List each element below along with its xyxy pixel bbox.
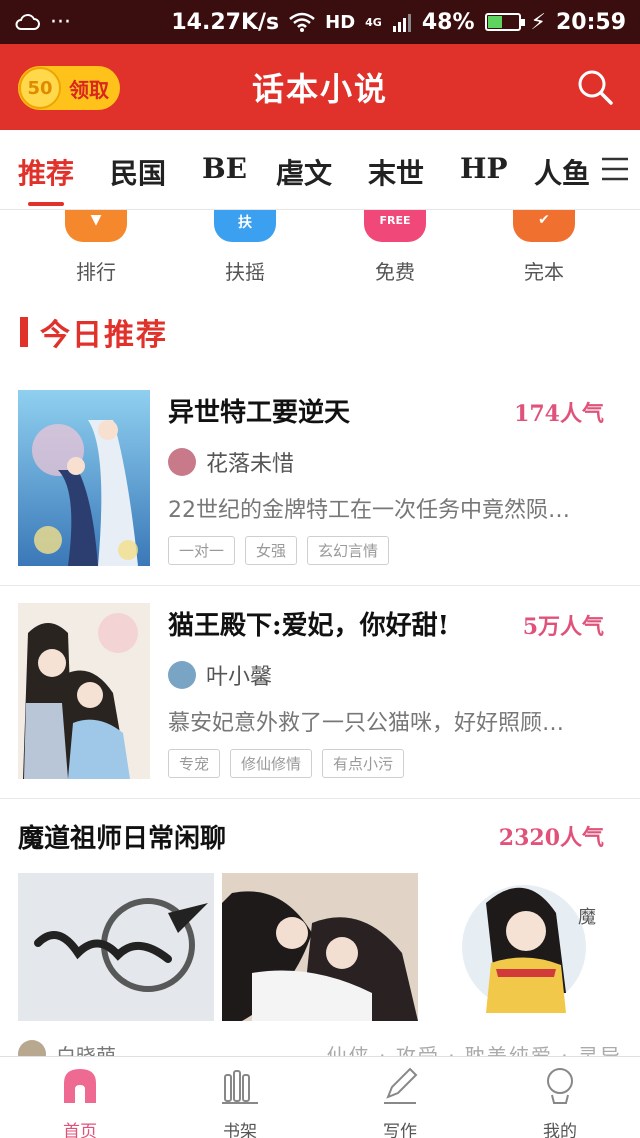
nav-label: 书架 [223,1122,257,1138]
category-tabs: 推荐 民国 BE 虐文 末世 HP 人鱼 [0,130,640,210]
free-icon: FREE [364,210,426,242]
complete-icon: ✔ [513,210,575,242]
book-popularity: 174人气 [514,401,604,427]
home-icon [64,1069,96,1103]
cloud-icon [15,14,40,30]
quick-fuyao[interactable]: 扶 扶摇 [195,210,295,285]
tab-renyu[interactable]: 人鱼 [534,152,590,192]
tab-nuewen[interactable]: 虐文 [276,152,332,192]
quick-ranking[interactable]: ▼ 排行 [46,210,146,285]
book-title: 异世特工要逆天 [168,398,351,428]
status-bar: ··· 14.27K/s HD 4G 48% ⚡ 20:59 [0,0,640,44]
pen-icon [384,1067,418,1104]
bottom-nav: 首页 书架 写作 我的 [0,1056,640,1138]
book-title: 猫王殿下:爱妃，你好甜! [168,611,450,641]
profile-icon [547,1068,573,1104]
nav-home[interactable]: 首页 [20,1065,140,1138]
network-type: HD [325,11,356,33]
post-image-text: 魔 [578,907,596,928]
section-header: 今日推荐 [20,312,168,353]
post-image [222,873,418,1021]
nav-label: 写作 [383,1122,417,1138]
tab-hp[interactable]: HP [460,152,508,185]
tag[interactable]: 女强 [245,536,298,565]
battery-percent: 48% [421,9,475,35]
quick-label: 免费 [375,260,415,284]
tab-minguo[interactable]: 民国 [110,152,166,192]
app-header: 50 领取 话本小说 [0,44,640,130]
author-name: 花落未惜 [206,452,295,477]
quick-label: 排行 [76,260,116,284]
battery-icon [484,13,525,31]
avatar [168,661,196,689]
nav-profile[interactable]: 我的 [500,1065,620,1138]
more-dots: ··· [50,9,71,35]
ranking-icon: ▼ [65,210,127,242]
tab-moshi[interactable]: 末世 [368,152,424,192]
section-title: 今日推荐 [40,318,168,353]
divider [0,585,640,586]
nav-label: 我的 [543,1122,577,1138]
book-popularity: 5万人气 [522,614,604,640]
signal-icon [392,14,411,32]
quick-label: 完本 [524,260,564,284]
book-cover [18,603,150,779]
tag[interactable]: 一对一 [168,536,236,565]
network-gen: 4G [365,15,382,29]
nav-label: 首页 [63,1122,97,1138]
wifi-icon [289,12,315,32]
tab-indicator [28,202,64,206]
tag[interactable]: 有点小污 [322,749,405,778]
book-cover [18,390,150,566]
post-popularity: 2320人气 [498,825,604,851]
menu-icon[interactable] [600,156,630,182]
quick-complete[interactable]: ✔ 完本 [494,210,594,285]
book-item[interactable]: 猫王殿下:爱妃，你好甜! 5万人气 叶小馨 慕安妃意外救了一只公猫咪，好好照顾…… [0,603,640,797]
charging-icon: ⚡ [530,9,546,35]
post-image [18,873,214,1021]
divider [0,798,640,799]
book-item[interactable]: 异世特工要逆天 174人气 花落未惜 22世纪的金牌特工在一次任务中竟然陨… 一… [0,390,640,584]
nav-write[interactable]: 写作 [340,1065,460,1138]
book-description: 22世纪的金牌特工在一次任务中竟然陨… [168,498,570,523]
book-description: 慕安妃意外救了一只公猫咪，好好照顾… [168,711,565,736]
bookshelf-icon [222,1070,258,1104]
book-author: 花落未惜 [168,446,294,478]
nav-bookshelf[interactable]: 书架 [180,1065,300,1138]
search-icon[interactable] [576,68,614,106]
quick-entries: ▼ 排行 扶 扶摇 FREE 免费 ✔ 完本 [0,210,640,296]
speed-text: 14.27K/s [171,9,280,35]
post-image: 魔 [426,873,622,1021]
tag[interactable]: 修仙修情 [230,749,313,778]
fuyao-icon: 扶 [214,210,276,242]
author-name: 叶小馨 [206,665,273,690]
app-title: 话本小说 [251,70,388,108]
book-tags: 专宠 修仙修情 有点小污 [168,749,405,778]
tab-be[interactable]: BE [202,152,247,185]
clock: 20:59 [555,9,626,35]
quick-free[interactable]: FREE 免费 [345,210,445,285]
avatar [168,448,196,476]
book-author: 叶小馨 [168,659,272,691]
tab-recommend[interactable]: 推荐 [18,152,74,192]
post-author-row: 白晓萌 仙侠 · 攻受 · 耽美纯爱 · 灵异 [18,1036,622,1058]
book-tags: 一对一 女强 玄幻言情 [168,536,390,565]
post-images[interactable]: 魔 [18,873,622,1021]
tag[interactable]: 专宠 [168,749,221,778]
tag[interactable]: 玄幻言情 [307,536,390,565]
section-accent-bar [20,317,28,347]
quick-label: 扶摇 [225,260,265,284]
post-title[interactable]: 魔道祖师日常闲聊 [18,818,226,855]
